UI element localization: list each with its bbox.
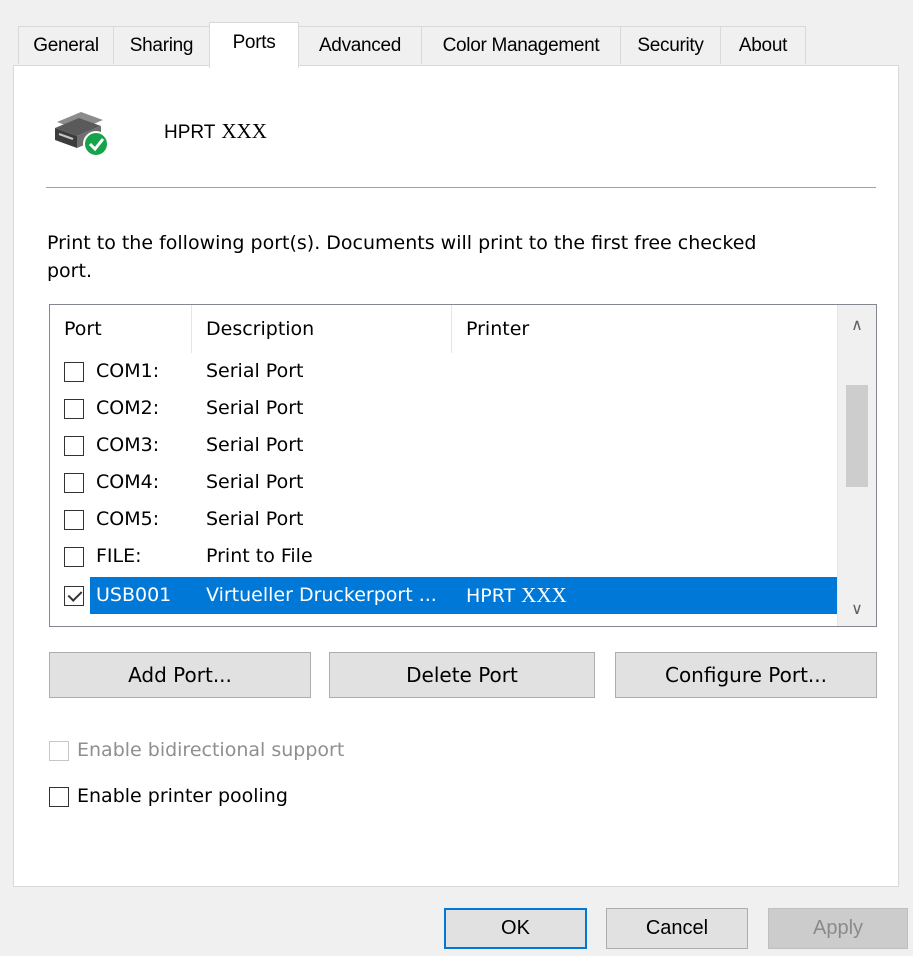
port-printer: HPRT XXX <box>466 577 567 615</box>
port-checkbox[interactable] <box>64 473 84 493</box>
list-item-com3[interactable]: COM3: Serial Port <box>50 427 837 464</box>
port-checkbox[interactable] <box>64 547 84 567</box>
tab-color-management[interactable]: Color Management <box>421 26 621 64</box>
port-printer-prefix: HPRT <box>466 585 516 607</box>
tab-general[interactable]: General <box>18 26 114 64</box>
configure-port-button[interactable]: Configure Port... <box>615 652 877 698</box>
scrollbar-thumb[interactable] <box>846 385 868 487</box>
port-name: COM4: <box>96 471 160 493</box>
port-name: FILE: <box>96 545 142 567</box>
printer-name: HPRT XXX <box>164 119 267 144</box>
delete-port-button[interactable]: Delete Port <box>329 652 595 698</box>
port-name: COM1: <box>96 360 160 382</box>
chevron-up-icon[interactable]: ∧ <box>838 307 876 343</box>
ports-tab-panel: HPRT XXX Print to the following port(s). … <box>13 65 899 887</box>
port-checkbox[interactable] <box>64 399 84 419</box>
ok-button[interactable]: OK <box>444 908 587 949</box>
add-port-button[interactable]: Add Port... <box>49 652 311 698</box>
port-checkbox[interactable] <box>64 436 84 456</box>
ports-instruction-text: Print to the following port(s). Document… <box>47 232 757 282</box>
tab-about[interactable]: About <box>720 26 806 64</box>
apply-button: Apply <box>768 908 908 949</box>
tab-advanced[interactable]: Advanced <box>298 26 422 64</box>
ports-list-header: Port Description Printer <box>50 305 838 353</box>
bidirectional-support-option: Enable bidirectional support <box>49 738 344 762</box>
port-description: Serial Port <box>206 471 304 493</box>
port-checkbox[interactable] <box>64 510 84 530</box>
port-name: COM5: <box>96 508 160 530</box>
printer-name-prefix: HPRT <box>164 122 216 143</box>
column-header-printer[interactable]: Printer <box>452 305 838 353</box>
port-name: COM2: <box>96 397 160 419</box>
printer-model: XXX <box>221 119 267 143</box>
bidirectional-support-checkbox <box>49 740 69 761</box>
list-item-file[interactable]: FILE: Print to File <box>50 538 837 575</box>
bidirectional-support-label: Enable bidirectional support <box>77 739 345 761</box>
list-item-com1[interactable]: COM1: Serial Port <box>50 353 837 390</box>
column-header-description[interactable]: Description <box>192 305 452 353</box>
printer-default-check-icon <box>51 108 115 158</box>
port-description: Serial Port <box>206 360 304 382</box>
port-checkbox[interactable] <box>64 362 84 382</box>
tab-strip: General Sharing Ports Advanced Color Man… <box>18 22 818 68</box>
port-description: Serial Port <box>206 434 304 456</box>
port-printer-model: XXX <box>521 583 567 607</box>
port-description: Virtueller Druckerport ... <box>206 584 437 606</box>
list-item-usb001[interactable]: USB001 Virtueller Druckerport ... HPRT XX… <box>64 577 838 615</box>
port-name: USB001 <box>96 584 172 606</box>
list-item-com2[interactable]: COM2: Serial Port <box>50 390 837 427</box>
printer-pooling-option[interactable]: Enable printer pooling <box>49 784 288 808</box>
tab-ports[interactable]: Ports <box>209 22 299 68</box>
port-description: Serial Port <box>206 508 304 530</box>
port-checkbox[interactable] <box>64 586 84 606</box>
list-item-com4[interactable]: COM4: Serial Port <box>50 464 837 501</box>
list-item-com5[interactable]: COM5: Serial Port <box>50 501 837 538</box>
cancel-button[interactable]: Cancel <box>606 908 748 949</box>
port-description: Serial Port <box>206 397 304 419</box>
ports-list[interactable]: Port Description Printer COM1: Serial Po… <box>49 304 877 627</box>
port-description: Print to File <box>206 545 313 567</box>
printer-pooling-checkbox[interactable] <box>49 786 69 807</box>
ports-list-scrollbar[interactable]: ∧ ∨ <box>837 305 876 626</box>
chevron-down-icon[interactable]: ∨ <box>838 591 876 626</box>
tab-security[interactable]: Security <box>620 26 721 64</box>
port-name: COM3: <box>96 434 160 456</box>
tab-sharing[interactable]: Sharing <box>113 26 210 64</box>
divider <box>46 187 876 188</box>
column-header-port[interactable]: Port <box>50 305 192 353</box>
printer-pooling-label[interactable]: Enable printer pooling <box>77 785 288 807</box>
